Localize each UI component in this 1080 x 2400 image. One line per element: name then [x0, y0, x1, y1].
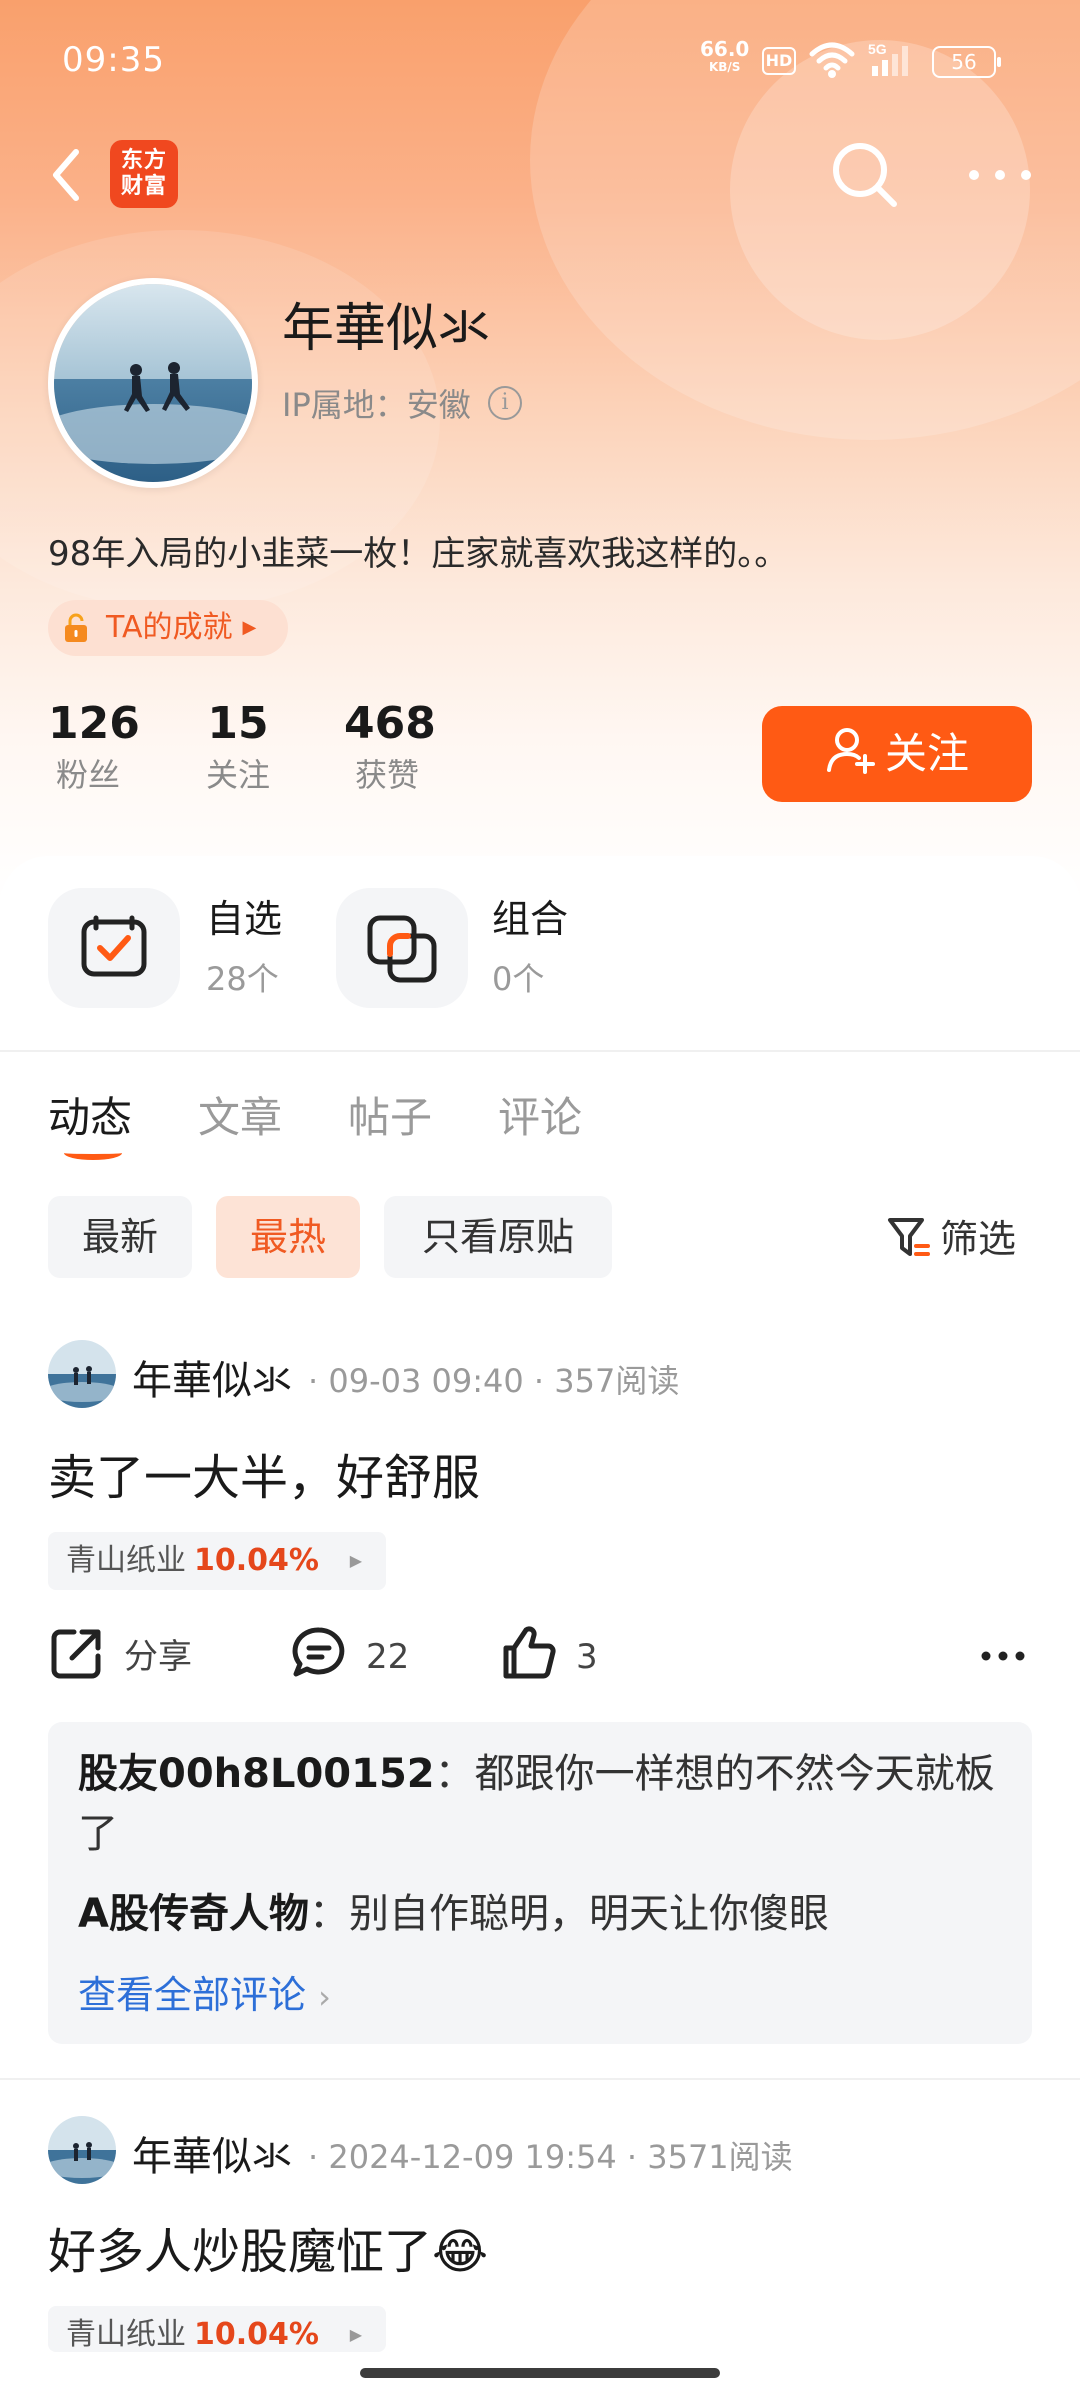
profile-bio: 98年入局的小韭菜一枚！庄家就喜欢我这样的。。	[48, 534, 789, 574]
watchlist-button[interactable]	[48, 888, 180, 1008]
tab-comments[interactable]: 评论	[498, 1084, 582, 1145]
tab-dynamics[interactable]: 动态	[48, 1084, 132, 1145]
status-bar: 09:35 66.0 KB/S HD 5G 56	[0, 0, 1080, 120]
watchlist-title[interactable]: 自选	[206, 888, 282, 943]
more-dots-icon[interactable]	[978, 1636, 1028, 1676]
search-icon[interactable]	[826, 136, 902, 212]
post-author-name[interactable]: 年華似氺	[132, 2124, 292, 2182]
laughing-emoji: 😂	[432, 2224, 489, 2280]
ip-location: IP属地：安徽	[282, 386, 471, 424]
tab-articles[interactable]: 文章	[198, 1084, 282, 1145]
like-icon	[503, 1626, 556, 1679]
tab-posts[interactable]: 帖子	[348, 1084, 432, 1145]
post-author-name[interactable]: 年華似氺	[132, 1348, 292, 1406]
app-logo: 东方 财富	[110, 140, 178, 208]
user-plus-icon	[826, 728, 875, 774]
network-type: 5G	[868, 41, 887, 57]
net-speed: 66.0 KB/S	[700, 37, 750, 74]
stat-fans[interactable]: 126 粉丝	[48, 696, 140, 798]
filter-button[interactable]: 筛选	[886, 1208, 1016, 1263]
wifi-icon	[809, 42, 855, 78]
more-icon[interactable]	[960, 150, 1040, 200]
post-meta: · 09-03 09:40 · 357阅读	[308, 1362, 680, 1400]
back-arrow-icon[interactable]	[42, 140, 92, 210]
post-author-avatar[interactable]	[48, 2116, 116, 2184]
like-button[interactable]: 3	[500, 1624, 598, 1682]
share-icon	[51, 1629, 101, 1679]
watchlist-icon	[81, 915, 147, 977]
stock-tag[interactable]: 青山纸业 10.04% ▶	[48, 1532, 386, 1590]
follow-button[interactable]: 关注	[762, 706, 1032, 802]
chevron-right-icon: ›	[318, 1978, 331, 2016]
comment-item[interactable]: 股友00h8L00152：都跟你一样想的不然今天就板了	[78, 1744, 1008, 1864]
chip-original-only[interactable]: 只看原贴	[384, 1196, 612, 1278]
comment-button[interactable]: 22	[290, 1624, 409, 1682]
post-text[interactable]: 卖了一大半，好舒服	[48, 1438, 480, 1508]
post-author-avatar[interactable]	[48, 1340, 116, 1408]
view-all-comments-link[interactable]: 查看全部评论 ›	[78, 1964, 331, 2019]
portfolio-button[interactable]	[336, 888, 468, 1008]
comment-item[interactable]: A股传奇人物：别自作聪明，明天让你傻眼	[78, 1884, 1008, 1944]
filter-icon	[888, 1218, 930, 1256]
divider	[0, 2078, 1080, 2080]
profile-name: 年華似氺	[282, 299, 491, 359]
chevron-right-icon: ▶	[349, 2325, 362, 2344]
stat-likes[interactable]: 468 获赞	[344, 696, 436, 798]
divider	[0, 1050, 1080, 1052]
post-text[interactable]: 好多人炒股魔怔了😂	[48, 2212, 488, 2282]
watchlist-count: 28个	[206, 960, 279, 998]
home-indicator[interactable]	[360, 2368, 720, 2378]
profile-avatar[interactable]	[48, 278, 258, 488]
hd-icon: HD	[762, 47, 796, 75]
status-time: 09:35	[62, 40, 165, 80]
share-button[interactable]: 分享	[48, 1624, 192, 1682]
signal-icon: 5G	[868, 41, 908, 76]
tab-active-indicator	[64, 1146, 122, 1160]
chevron-right-icon: ▶	[242, 617, 257, 638]
portfolio-count: 0个	[492, 960, 545, 998]
portfolio-title[interactable]: 组合	[492, 888, 568, 943]
lock-icon	[65, 613, 87, 642]
comments-preview[interactable]: 股友00h8L00152：都跟你一样想的不然今天就板了 A股传奇人物：别自作聪明…	[48, 1722, 1032, 2044]
stat-following[interactable]: 15 关注	[196, 696, 280, 798]
achievement-button[interactable]: TA的成就 ▶	[48, 600, 289, 656]
chip-hottest[interactable]: 最热	[216, 1196, 360, 1278]
post-meta: · 2024-12-09 19:54 · 3571阅读	[308, 2138, 793, 2176]
stock-tag[interactable]: 青山纸业 10.04% ▶	[48, 2306, 386, 2352]
chip-latest[interactable]: 最新	[48, 1196, 192, 1278]
portfolio-icon	[367, 915, 437, 983]
chevron-right-icon: ▶	[349, 1551, 362, 1570]
info-icon[interactable]: i	[488, 386, 522, 420]
battery-icon: 56	[932, 46, 1001, 78]
comment-icon	[292, 1627, 345, 1677]
